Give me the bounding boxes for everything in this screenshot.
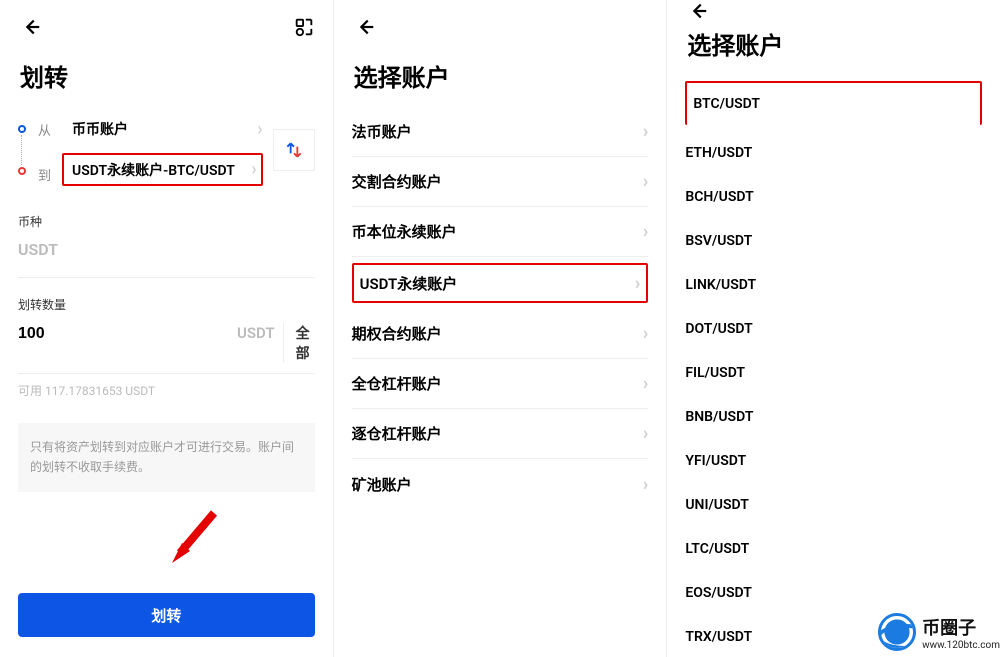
- list-item-label: 全仓杠杆账户: [352, 373, 442, 394]
- chevron-right-icon: ›: [643, 171, 648, 192]
- chevron-right-icon: ›: [643, 323, 648, 344]
- select-account-panel: 选择账户 法币账户›交割合约账户›币本位永续账户›USDT永续账户›期权合约账户…: [334, 0, 668, 657]
- trading-pair-item[interactable]: YFI/USDT: [685, 439, 982, 483]
- trading-pair-item[interactable]: BSV/USDT: [685, 219, 982, 263]
- account-type-item[interactable]: 法币账户 ›: [352, 107, 649, 157]
- account-type-item[interactable]: 交割合约账户 ›: [352, 157, 649, 207]
- list-item-label: BNB/USDT: [685, 409, 753, 425]
- trading-pair-item[interactable]: UNI/USDT: [685, 483, 982, 527]
- list-item-label: BTC/USDT: [693, 96, 760, 112]
- annotation-arrow-icon: [164, 507, 224, 571]
- list-item-label: 矿池账户: [352, 474, 412, 495]
- to-label: 到: [38, 165, 62, 184]
- watermark: 币圈子 www.120btc.com: [878, 613, 1000, 651]
- trading-pair-item[interactable]: ETH/USDT: [685, 131, 982, 175]
- max-button[interactable]: 全部: [283, 323, 315, 363]
- chevron-right-icon: ›: [643, 373, 648, 394]
- account-type-item[interactable]: 逐仓杠杆账户 ›: [352, 409, 649, 459]
- chevron-right-icon: ›: [643, 121, 648, 142]
- trading-pair-item[interactable]: EOS/USDT: [685, 571, 982, 615]
- page-title: 选择账户: [667, 22, 1000, 75]
- chevron-right-icon: ›: [643, 221, 648, 242]
- back-icon[interactable]: [354, 16, 376, 38]
- chevron-right-icon: ›: [257, 119, 262, 140]
- chevron-right-icon: ›: [635, 273, 640, 294]
- list-item-label: DOT/USDT: [685, 321, 752, 337]
- list-item-label: ETH/USDT: [685, 145, 752, 161]
- account-type-item[interactable]: 期权合约账户 ›: [352, 309, 649, 359]
- trading-pair-item[interactable]: FIL/USDT: [685, 351, 982, 395]
- trading-pair-item[interactable]: LTC/USDT: [685, 527, 982, 571]
- swap-button[interactable]: [273, 129, 315, 171]
- from-account: 币币账户: [62, 119, 257, 139]
- account-type-item[interactable]: 矿池账户 ›: [352, 459, 649, 509]
- list-item-label: BSV/USDT: [685, 233, 752, 249]
- chevron-right-icon: ›: [643, 474, 648, 495]
- to-account-row[interactable]: USDT永续账户-BTC/USDT ›: [62, 153, 263, 186]
- list-item-label: BCH/USDT: [685, 189, 753, 205]
- account-type-item[interactable]: USDT永续账户 ›: [352, 263, 649, 303]
- list-item-label: TRX/USDT: [685, 629, 752, 645]
- list-item-label: 逐仓杠杆账户: [352, 423, 442, 444]
- qty-label: 划转数量: [18, 296, 315, 313]
- list-item-label: UNI/USDT: [685, 497, 749, 513]
- trading-pair-item[interactable]: BCH/USDT: [685, 175, 982, 219]
- trading-pair-item[interactable]: DOT/USDT: [685, 307, 982, 351]
- transfer-panel: 划转 从 币币账户 › 到 USDT永续账户-BTC/USDT ›: [0, 0, 334, 657]
- list-item-label: 期权合约账户: [352, 323, 442, 344]
- available-balance: 可用 117.17831653 USDT: [18, 382, 315, 399]
- account-type-item[interactable]: 币本位永续账户 ›: [352, 207, 649, 257]
- account-type-item[interactable]: 全仓杠杆账户 ›: [352, 359, 649, 409]
- qty-input[interactable]: [18, 325, 237, 343]
- list-item-label: LINK/USDT: [685, 277, 756, 293]
- list-item-label: LTC/USDT: [685, 541, 749, 557]
- notice-text: 只有将资产划转到对应账户才可进行交易。账户间的划转不收取手续费。: [18, 423, 315, 492]
- coin-label: 币种: [18, 213, 315, 230]
- list-item-label: 法币账户: [352, 121, 412, 142]
- list-item-label: USDT永续账户: [360, 273, 458, 294]
- scan-icon[interactable]: [293, 16, 315, 38]
- back-icon[interactable]: [687, 0, 709, 22]
- chevron-right-icon: ›: [251, 159, 256, 180]
- qty-unit: USDT: [237, 324, 275, 342]
- coin-value[interactable]: USDT: [18, 240, 315, 259]
- from-label: 从: [38, 120, 62, 139]
- submit-button[interactable]: 划转: [18, 593, 315, 637]
- trading-pair-item[interactable]: BNB/USDT: [685, 395, 982, 439]
- back-icon[interactable]: [20, 16, 42, 38]
- list-item-label: 币本位永续账户: [352, 221, 457, 242]
- list-item-label: YFI/USDT: [685, 453, 746, 469]
- from-account-row[interactable]: 从 币币账户 ›: [18, 107, 315, 151]
- select-pair-panel: 选择账户 BTC/USDT ETH/USDT BCH/USDT BSV/USDT LIN…: [667, 0, 1000, 657]
- trading-pair-item[interactable]: BTC/USDT: [685, 81, 982, 125]
- to-account: USDT永续账户-BTC/USDT: [72, 160, 251, 180]
- trading-pair-item[interactable]: LINK/USDT: [685, 263, 982, 307]
- watermark-logo-icon: [878, 613, 916, 651]
- list-item-label: 交割合约账户: [352, 171, 442, 192]
- list-item-label: EOS/USDT: [685, 585, 752, 601]
- chevron-right-icon: ›: [643, 423, 648, 444]
- list-item-label: FIL/USDT: [685, 365, 745, 381]
- page-title: 划转: [0, 54, 333, 107]
- page-title: 选择账户: [334, 54, 667, 107]
